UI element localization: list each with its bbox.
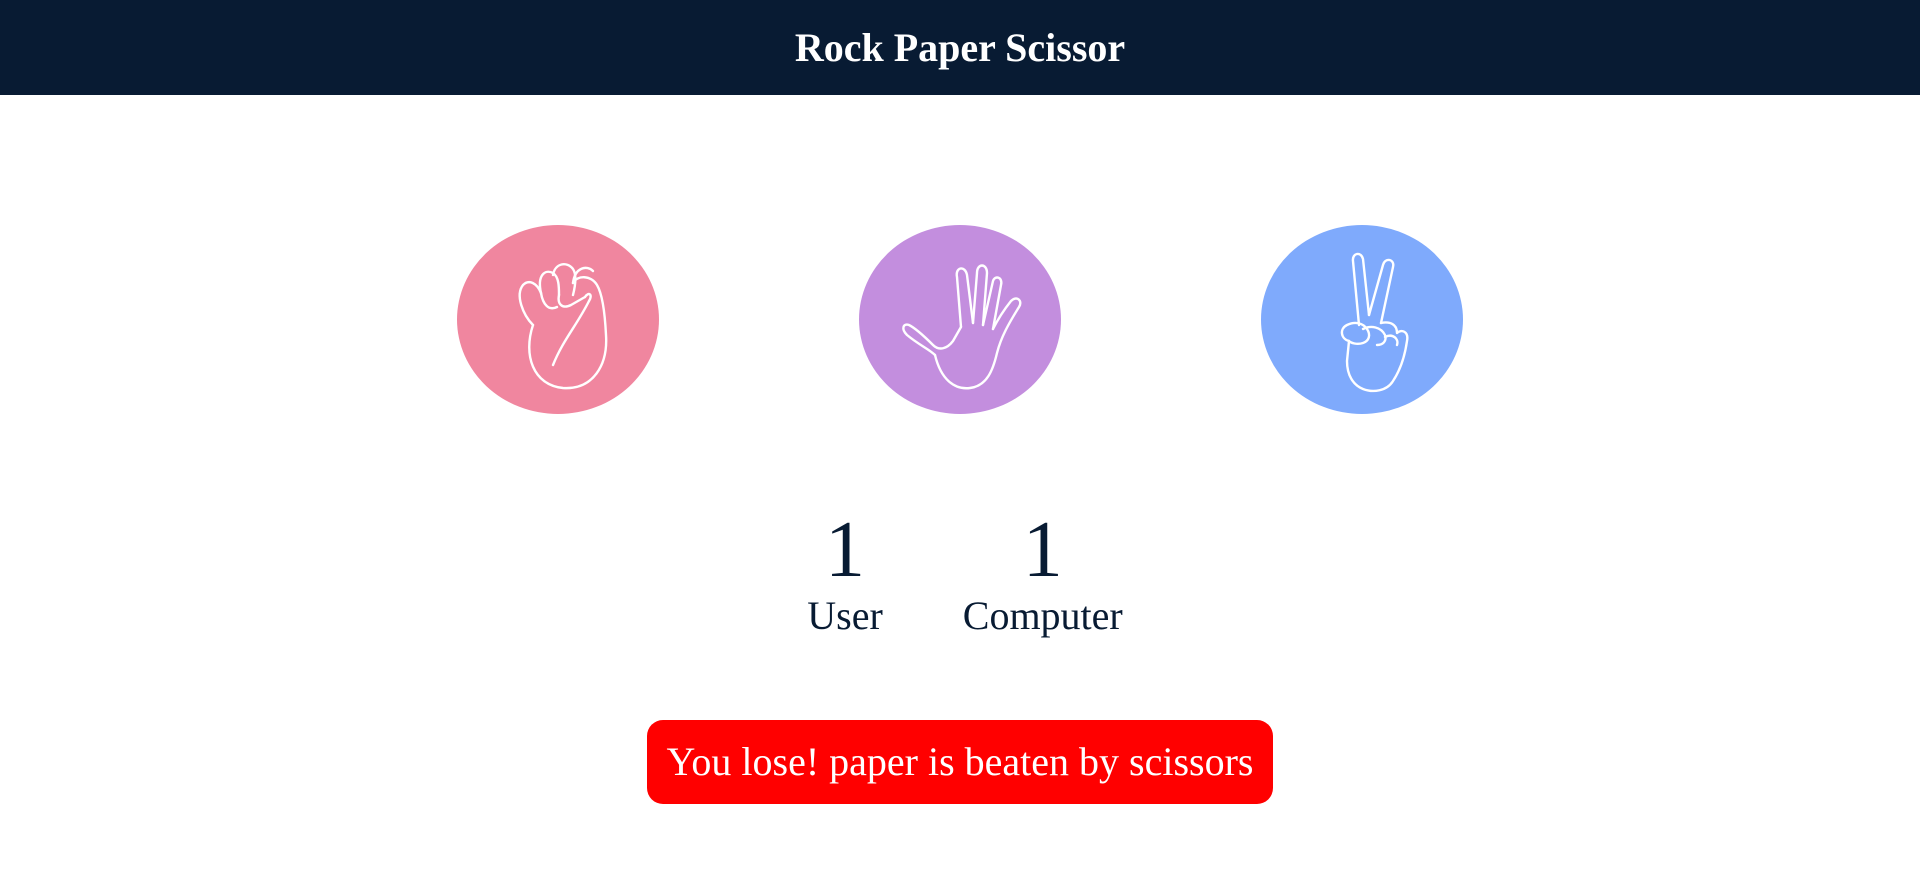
scoreboard: 1 User 1 Computer (10, 510, 1920, 638)
computer-score-block: 1 Computer (923, 510, 1163, 638)
user-score-label: User (807, 593, 883, 638)
user-score: 1 (825, 506, 865, 594)
user-score-block: 1 User (767, 510, 923, 638)
app-title: Rock Paper Scissor (794, 25, 1126, 70)
open-hand-icon (902, 263, 1022, 389)
rock-choice-button[interactable] (457, 225, 659, 414)
fist-icon (518, 262, 608, 389)
scissors-choice-button[interactable] (1261, 225, 1463, 414)
header-bar: Rock Paper Scissor (0, 0, 1920, 95)
computer-score-label: Computer (962, 593, 1123, 638)
choices-row (0, 225, 1920, 414)
paper-choice-button[interactable] (859, 225, 1061, 414)
result-area: You lose! paper is beaten by scissors (0, 720, 1920, 804)
peace-hand-icon (1340, 252, 1409, 392)
computer-score: 1 (1022, 506, 1063, 594)
result-message: You lose! paper is beaten by scissors (646, 720, 1274, 804)
